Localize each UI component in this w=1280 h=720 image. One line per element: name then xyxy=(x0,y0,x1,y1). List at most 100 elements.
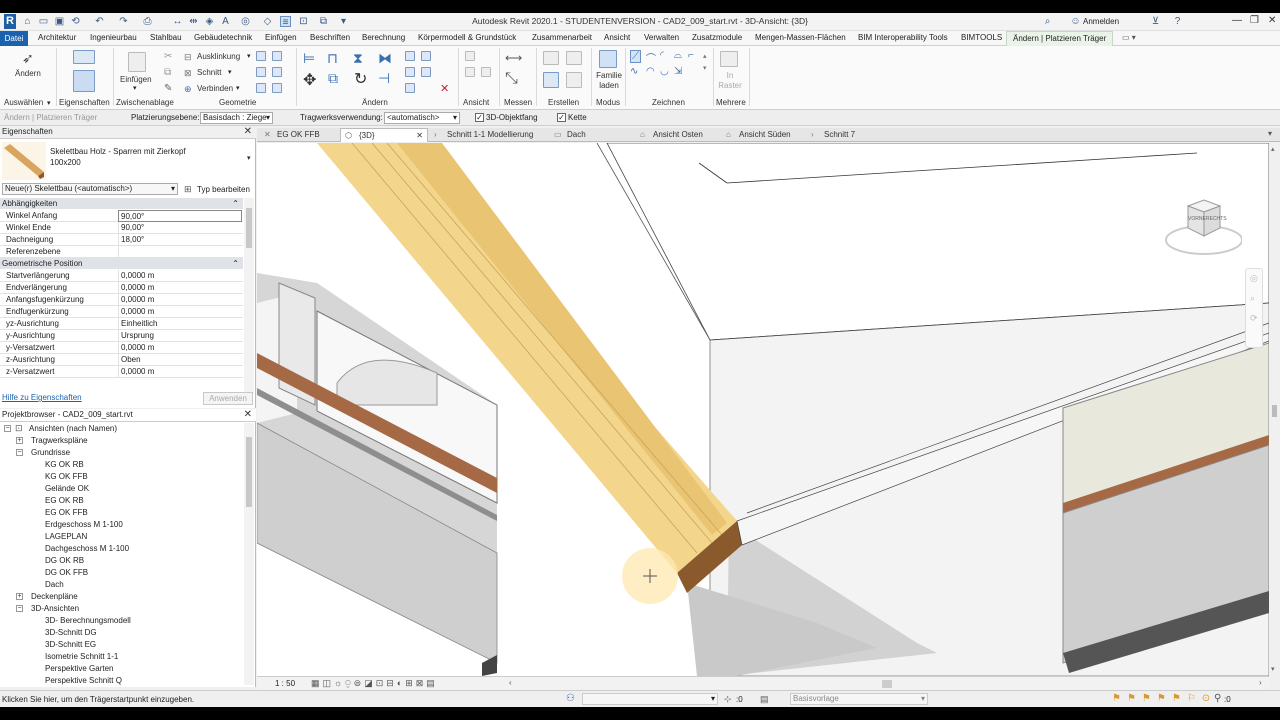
type-selector-dropdown-icon[interactable]: ▾ xyxy=(247,154,251,162)
measure-between-icon[interactable]: ⟷ xyxy=(505,51,522,65)
offset-icon[interactable]: ⊓ xyxy=(327,50,338,67)
instance-filter-select[interactable]: Neue(r) Skelettbau (<automatisch>) ▾ xyxy=(2,183,178,195)
demolish-icon[interactable] xyxy=(272,67,282,77)
minimize-button[interactable]: — xyxy=(1232,15,1242,26)
remove-paint-icon[interactable] xyxy=(256,83,266,93)
type-name[interactable]: Skelettbau Holz - Sparren mit Zierkopf xyxy=(50,147,186,156)
view-tab-dach[interactable]: ▭ Dach xyxy=(549,128,629,142)
worksets-icon[interactable]: ⚇ xyxy=(566,693,575,704)
draw-scroll-down-icon[interactable]: ▾ xyxy=(703,64,707,72)
panel-toggle-icon[interactable]: ▭ ▾ xyxy=(1122,33,1136,42)
3d-snap-checkbox[interactable]: ✓ xyxy=(475,113,484,122)
close-button[interactable]: ✕ xyxy=(1268,15,1276,26)
view-tab-3d[interactable]: ⬡ {3D} ✕ xyxy=(340,128,428,142)
draw-arc-start-icon[interactable]: ⌒ xyxy=(646,50,656,65)
split-icon[interactable] xyxy=(405,51,415,61)
tree-item[interactable]: KG OK RB xyxy=(45,460,84,469)
view-tab-schnitt-7[interactable]: › Schnitt 7 xyxy=(806,128,876,142)
tree-3d-ansichten[interactable]: 3D-Ansichten xyxy=(31,604,79,613)
property-row[interactable]: y-Ausrichtung Ursprung xyxy=(0,330,243,342)
cut-icon[interactable]: ✂ xyxy=(164,51,172,62)
view-tab-schnitt-1-1[interactable]: › Schnitt 1-1 Modellierung xyxy=(429,128,541,142)
collapse-icon[interactable]: − xyxy=(4,425,11,432)
create-assembly-icon[interactable] xyxy=(543,51,559,65)
restore-button[interactable]: ❐ xyxy=(1250,15,1259,26)
property-row[interactable]: Endverlängerung 0,0000 m xyxy=(0,282,243,294)
tab-verwalten[interactable]: Verwalten xyxy=(644,33,679,42)
properties-scrollbar[interactable] xyxy=(244,198,254,394)
load-family-label[interactable]: Familie laden xyxy=(596,71,622,91)
workset-select[interactable]: ▾ xyxy=(582,693,718,705)
expand-icon[interactable]: + xyxy=(16,437,23,444)
ausklinkung-dropdown-icon[interactable]: ▾ xyxy=(247,52,251,60)
property-value[interactable]: Oben xyxy=(118,354,242,366)
tree-item[interactable]: Erdgeschoss M 1-100 xyxy=(45,520,123,529)
tab-architektur[interactable]: Architektur xyxy=(38,33,76,42)
tree-item[interactable]: LAGEPLAN xyxy=(45,532,87,541)
tab-datei[interactable]: Datei xyxy=(0,31,28,46)
view-scale[interactable]: 1 : 50 xyxy=(275,679,295,688)
property-row[interactable]: Dachneigung 18,00° xyxy=(0,234,243,246)
editable-only-icon[interactable]: ⊹ xyxy=(724,694,732,705)
array-icon[interactable] xyxy=(405,67,415,77)
property-row[interactable]: Winkel Ende 90,00° xyxy=(0,222,243,234)
browser-scrollbar[interactable] xyxy=(244,423,254,685)
property-row[interactable]: z-Versatzwert 0,0000 m xyxy=(0,366,243,378)
scrollbar-thumb[interactable] xyxy=(246,208,252,248)
selection-toggle-icons[interactable]: ⚑⚑⚑⚑⚑⚐⊙ xyxy=(1112,693,1216,704)
viewport-vertical-scrollbar[interactable]: ▴ ▾ xyxy=(1269,143,1280,676)
collapse-icon[interactable]: − xyxy=(16,449,23,456)
join-icon[interactable]: ⊕ xyxy=(184,84,192,95)
scrollbar-thumb[interactable] xyxy=(1272,405,1277,417)
tree-item[interactable]: Dachgeschoss M 1-100 xyxy=(45,544,129,553)
3d-viewport[interactable]: VORNE RECHTS ◎ ⌕ ⟳ xyxy=(257,143,1269,676)
mirror-draw-icon[interactable]: ⧓ xyxy=(378,50,392,67)
tree-item[interactable]: Dach xyxy=(45,580,64,589)
tab-beschriften[interactable]: Beschriften xyxy=(310,33,350,42)
draw-fillet-icon[interactable]: ⌐ xyxy=(688,50,694,61)
tree-item[interactable]: KG OK FFB xyxy=(45,472,88,481)
scrollbar-thumb[interactable] xyxy=(246,437,252,507)
override-graphics-icon[interactable] xyxy=(465,51,475,61)
tree-grundrisse[interactable]: Grundrisse xyxy=(31,448,70,457)
filter-icon[interactable]: ⚲ xyxy=(1214,693,1221,704)
help-icon[interactable]: ? xyxy=(1172,16,1183,27)
close-icon[interactable]: ✕ xyxy=(244,409,252,421)
viewcube-right[interactable]: RECHTS xyxy=(1206,216,1227,222)
copy-element-icon[interactable]: ⧉ xyxy=(328,70,338,87)
tree-item[interactable]: Perspektive Garten xyxy=(45,664,113,673)
type-properties-icon[interactable] xyxy=(73,70,95,92)
aligned-dimension-icon[interactable]: ⤡ xyxy=(505,70,518,88)
edit-type-icon[interactable]: ⊞ xyxy=(184,184,192,195)
edit-type-button[interactable]: Typ bearbeiten xyxy=(197,185,250,194)
pin-icon[interactable] xyxy=(405,83,415,93)
scroll-left-icon[interactable]: ‹ xyxy=(509,678,512,687)
view-tab-eg-ok-ffb[interactable]: ✕ EG OK FFB xyxy=(259,128,337,142)
property-value-input[interactable]: 90,00° xyxy=(118,210,242,222)
view-tab-ansicht-sueden[interactable]: ⌂ Ansicht Süden xyxy=(721,128,801,142)
property-row[interactable]: y-Versatzwert 0,0000 m xyxy=(0,342,243,354)
draw-arc-center-icon[interactable]: ◜ xyxy=(660,50,664,61)
view-tab-ansicht-osten[interactable]: ⌂ Ansicht Osten xyxy=(635,128,715,142)
tree-item[interactable]: EG OK RB xyxy=(45,496,84,505)
mirror-axis-icon[interactable]: ⧗ xyxy=(353,50,363,67)
chain-checkbox[interactable]: ✓ xyxy=(557,113,566,122)
tab-stahlbau[interactable]: Stahlbau xyxy=(150,33,182,42)
split-face-icon[interactable] xyxy=(272,51,282,61)
property-value[interactable]: Ursprung xyxy=(118,330,242,342)
match-properties-icon[interactable]: ✎ xyxy=(164,83,172,94)
tree-item[interactable]: Isometrie Schnitt 1-1 xyxy=(45,652,118,661)
viewcube[interactable]: VORNE RECHTS xyxy=(1162,198,1243,258)
move-icon[interactable]: ✥ xyxy=(303,70,316,90)
sign-in-link[interactable]: Anmelden xyxy=(1083,17,1119,26)
paste-label[interactable]: Einfügen xyxy=(120,75,152,84)
user-icon[interactable]: ☺ xyxy=(1070,16,1081,27)
tree-deckenplaene[interactable]: Deckenpläne xyxy=(31,592,78,601)
draw-partial-ellipse-icon[interactable]: ◡ xyxy=(660,66,669,77)
group-auswaehlen[interactable]: Auswählen xyxy=(4,98,43,107)
property-row[interactable]: yz-Ausrichtung Einheitlich xyxy=(0,318,243,330)
view-tabs-menu-icon[interactable]: ▾ xyxy=(1268,129,1272,138)
modify-button-label[interactable]: Ändern xyxy=(15,69,41,78)
cart-icon[interactable]: ⊻ xyxy=(1150,16,1161,27)
horizontal-scroll-thumb[interactable] xyxy=(882,680,892,688)
